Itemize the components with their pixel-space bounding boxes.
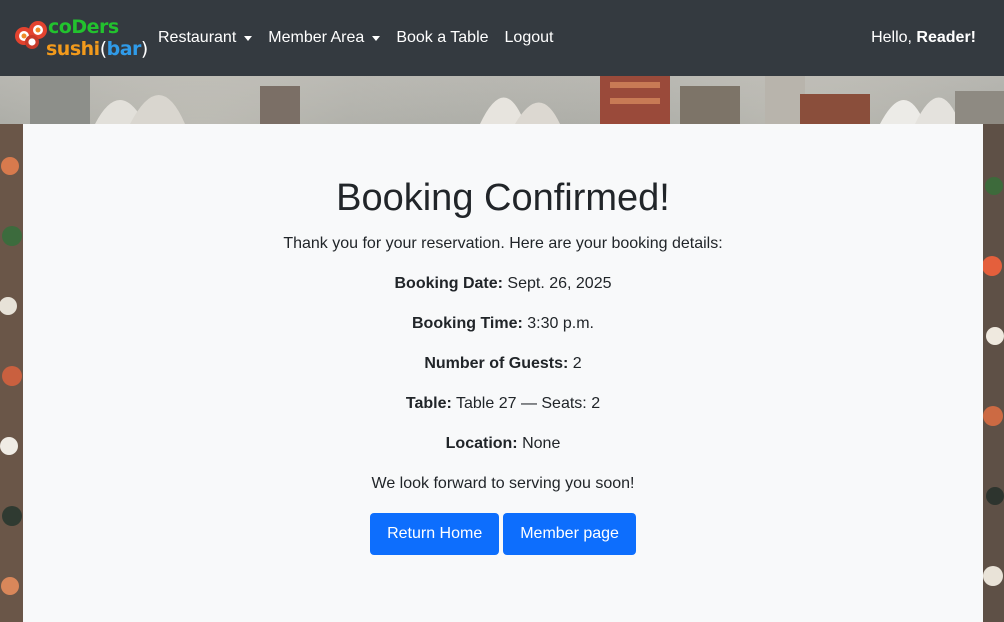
- nav-item-label: Logout: [504, 29, 554, 46]
- main-nav: Restaurant Member Area Book a Table Logo…: [158, 0, 569, 76]
- nav-item-label: Restaurant: [158, 29, 237, 46]
- brand-line-coders: coDers: [48, 16, 119, 38]
- nav-item-logout[interactable]: Logout: [505, 29, 554, 47]
- navbar: coDers sushi(bar) Restaurant Member Area…: [0, 0, 1004, 76]
- booking-confirmation-card: Booking Confirmed! Thank you for your re…: [23, 124, 983, 622]
- detail-booking-time: Booking Time: 3:30 p.m.: [23, 312, 983, 336]
- detail-number-of-guests: Number of Guests: 2: [23, 352, 983, 376]
- chevron-down-icon: [244, 36, 253, 41]
- page-title: Booking Confirmed!: [336, 177, 670, 219]
- user-greeting: Hello, Reader!: [871, 29, 976, 47]
- brand-paren-open: (: [99, 38, 107, 60]
- detail-value: 3:30 p.m.: [527, 315, 594, 332]
- nav-item-book-a-table[interactable]: Book a Table: [396, 29, 488, 47]
- brand-wordmark: coDers sushi(bar): [46, 16, 148, 60]
- chevron-down-icon: [372, 36, 381, 41]
- action-buttons: Return Home Member page: [23, 513, 983, 555]
- greeting-text: Hello,: [871, 29, 912, 46]
- nav-item-label: Member Area: [268, 29, 365, 46]
- detail-label: Booking Time:: [412, 315, 523, 332]
- detail-label: Booking Date:: [394, 275, 503, 292]
- intro-text: Thank you for your reservation. Here are…: [283, 235, 723, 252]
- nav-item-label: Book a Table: [396, 29, 489, 46]
- brand-logo-link[interactable]: coDers sushi(bar): [14, 10, 148, 66]
- return-home-button[interactable]: Return Home: [370, 513, 500, 555]
- brand-word-bar: bar: [106, 38, 142, 60]
- detail-table: Table: Table 27 — Seats: 2: [23, 392, 983, 416]
- detail-value: 2: [572, 355, 582, 372]
- detail-booking-date: Booking Date: Sept. 26, 2025: [23, 272, 983, 296]
- detail-location: Location: None: [23, 432, 983, 456]
- detail-label: Location:: [445, 435, 518, 452]
- detail-label: Number of Guests:: [424, 355, 569, 372]
- brand-word-sushi: sushi: [46, 38, 100, 60]
- detail-label: Table:: [405, 395, 452, 412]
- nav-item-restaurant[interactable]: Restaurant: [158, 29, 253, 47]
- closing-text: We look forward to serving you soon!: [371, 475, 635, 492]
- sushi-rolls-icon: [15, 21, 47, 49]
- detail-value: None: [522, 435, 561, 452]
- detail-value: Table 27 — Seats: 2: [456, 395, 601, 412]
- detail-value: Sept. 26, 2025: [507, 275, 612, 292]
- username: Reader!: [916, 29, 976, 46]
- brand-paren-close: ): [140, 38, 148, 60]
- nav-item-member-area[interactable]: Member Area: [268, 29, 381, 47]
- member-page-button[interactable]: Member page: [503, 513, 636, 555]
- brand-line-sushibar: sushi(bar): [46, 38, 148, 60]
